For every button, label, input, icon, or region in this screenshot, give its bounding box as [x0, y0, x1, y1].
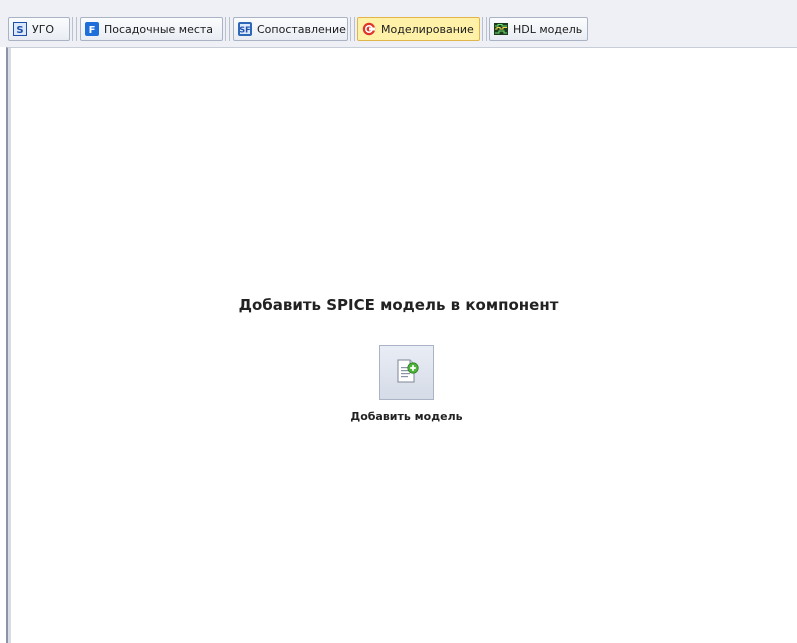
hdl-model-icon [494, 22, 508, 36]
tab-label: HDL модель [513, 22, 583, 36]
tab-label: Сопоставление [257, 22, 346, 36]
tab-simulation[interactable]: Моделирование [357, 17, 480, 41]
tab-separator [482, 17, 487, 41]
tab-label: УГО [32, 22, 55, 36]
tab-mapping[interactable]: SF Сопоставление [233, 17, 348, 41]
add-model-button[interactable] [379, 345, 434, 400]
tab-bar: S УГО F Посадочные места SF Сопоставлени… [0, 0, 797, 47]
tab-label: Моделирование [381, 22, 474, 36]
tab-separator [225, 17, 230, 41]
tab-footprints[interactable]: F Посадочные места [80, 17, 223, 41]
symbol-s-icon: S [13, 22, 27, 36]
add-document-icon [393, 357, 421, 389]
tab-hdl-model[interactable]: HDL модель [489, 17, 588, 41]
tab-separator [350, 17, 355, 41]
tab-separator [72, 17, 77, 41]
svg-text:S: S [16, 25, 23, 36]
svg-text:F: F [89, 25, 96, 36]
tab-ugo[interactable]: S УГО [8, 17, 70, 41]
empty-state-heading: Добавить SPICE модель в компонент [238, 296, 559, 314]
simulation-icon [362, 22, 376, 36]
footprint-f-icon: F [85, 22, 99, 36]
mapping-icon: SF [238, 22, 252, 36]
tab-label: Посадочные места [104, 22, 214, 36]
add-model-label[interactable]: Добавить модель [0, 410, 797, 423]
svg-text:SF: SF [239, 26, 250, 35]
